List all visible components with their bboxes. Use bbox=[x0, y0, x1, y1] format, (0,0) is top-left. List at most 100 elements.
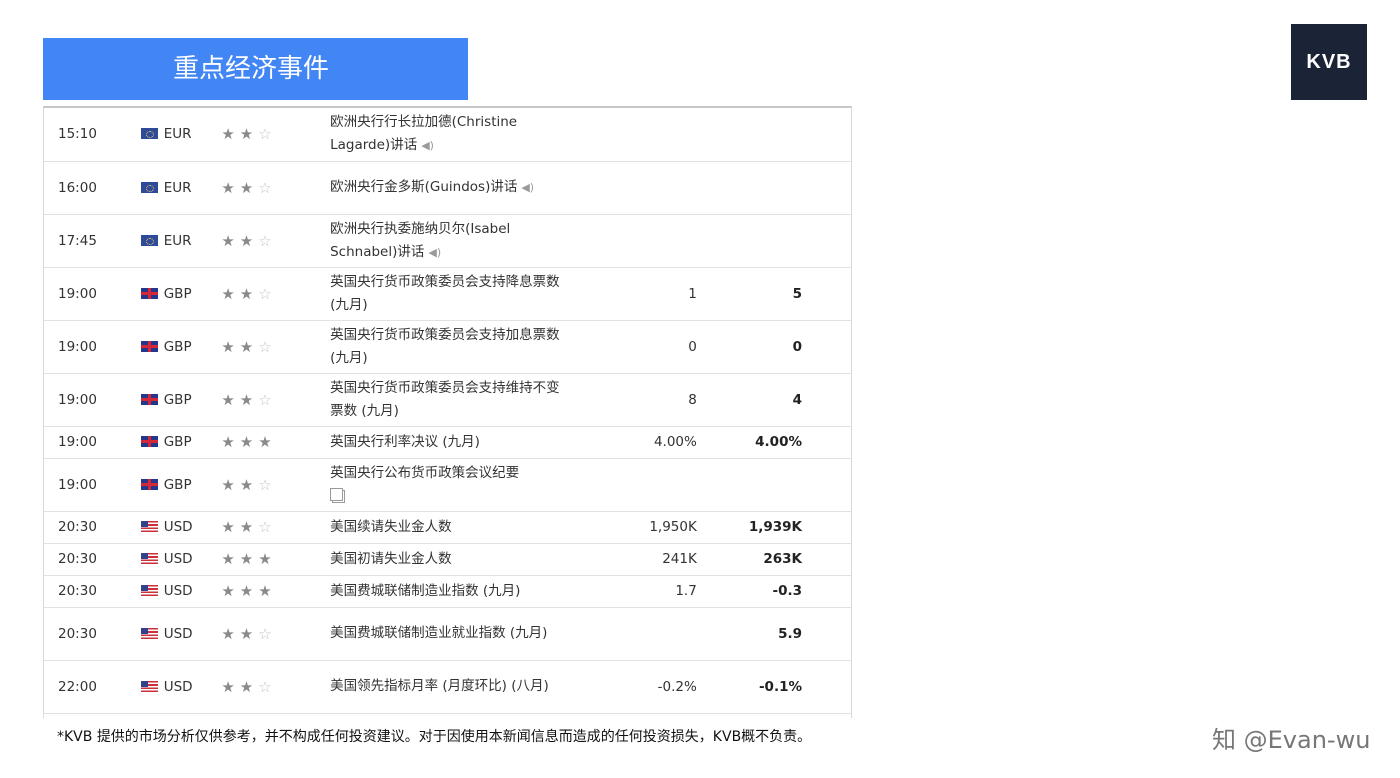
event-actual: 8 bbox=[567, 373, 697, 427]
event-name: 英国央行公布货币政策会议纪要 bbox=[330, 464, 520, 481]
event-time: 20:30 bbox=[44, 543, 141, 576]
star-empty-icon: ☆ bbox=[258, 390, 277, 409]
event-actual: -0.2% bbox=[567, 660, 697, 714]
event-currency-cell: USD bbox=[140, 543, 222, 576]
event-name-cell: 英国央行货币政策委员会支持加息票数 (九月) bbox=[330, 320, 568, 374]
event-time: 22:00 bbox=[44, 660, 141, 714]
event-actual bbox=[567, 607, 697, 661]
event-name: 英国央行货币政策委员会支持维持不变票数 (九月) bbox=[330, 379, 560, 419]
gb-flag-icon bbox=[140, 478, 158, 490]
event-currency-cell: EUR bbox=[140, 161, 222, 215]
event-forecast bbox=[696, 108, 851, 162]
event-time: 20:30 bbox=[44, 511, 141, 544]
event-currency-cell: USD bbox=[140, 511, 222, 544]
event-forecast: 1,939K bbox=[696, 511, 851, 544]
star-empty-icon: ☆ bbox=[258, 624, 277, 643]
speaker-icon: ◀) bbox=[521, 181, 535, 194]
event-row: 19:00 GBP ★★☆ 英国央行公布货币政策会议纪要 bbox=[44, 458, 851, 512]
event-forecast: -0.1% bbox=[696, 660, 851, 714]
events-table-body: 15:10 EUR ★★☆ 欧洲央行行长拉加德(Christine Lagard… bbox=[44, 108, 851, 714]
us-flag-icon bbox=[140, 627, 158, 639]
event-currency-cell: GBP bbox=[140, 320, 222, 374]
event-importance: ★★☆ bbox=[221, 458, 331, 512]
event-name: 美国初请失业金人数 bbox=[330, 550, 452, 567]
us-flag-icon bbox=[140, 585, 158, 596]
importance-stars: ★★☆ bbox=[221, 678, 276, 696]
star-filled-icon: ★ bbox=[221, 550, 240, 568]
event-name: 美国费城联储制造业就业指数 (九月) bbox=[330, 625, 548, 641]
event-importance: ★★☆ bbox=[221, 161, 331, 215]
event-forecast: 263K bbox=[696, 543, 851, 576]
star-empty-icon: ☆ bbox=[258, 677, 277, 696]
event-currency: GBP bbox=[163, 391, 192, 408]
event-name: 美国费城联储制造业指数 (九月) bbox=[330, 582, 521, 599]
event-row: 22:00 USD ★★☆ 美国领先指标月率 (月度环比) (八月) -0.2%… bbox=[44, 660, 851, 714]
event-row: 20:30 USD ★★☆ 美国续请失业金人数 1,950K 1,939K bbox=[44, 511, 851, 544]
star-filled-icon: ★ bbox=[221, 518, 240, 536]
event-currency: EUR bbox=[163, 232, 192, 249]
importance-stars: ★★★ bbox=[221, 550, 276, 568]
event-actual: 241K bbox=[567, 543, 697, 576]
importance-stars: ★★☆ bbox=[221, 338, 276, 356]
event-name: 美国续请失业金人数 bbox=[330, 518, 452, 535]
event-actual bbox=[567, 214, 697, 268]
star-filled-icon: ★ bbox=[221, 582, 240, 600]
event-currency: USD bbox=[163, 625, 193, 642]
event-actual: 1 bbox=[567, 267, 697, 321]
logo-text: KVB bbox=[1306, 50, 1352, 73]
event-importance: ★★☆ bbox=[221, 108, 331, 162]
event-forecast: 5.9 bbox=[696, 607, 851, 661]
event-time: 19:00 bbox=[44, 373, 141, 427]
star-filled-icon: ★ bbox=[221, 178, 240, 197]
importance-stars: ★★☆ bbox=[221, 476, 276, 494]
event-name-cell: 美国费城联储制造业就业指数 (九月) bbox=[330, 607, 568, 661]
event-row: 20:30 USD ★★★ 美国费城联储制造业指数 (九月) 1.7 -0.3 bbox=[44, 575, 851, 608]
us-flag-icon bbox=[140, 553, 158, 564]
event-forecast: 0 bbox=[696, 320, 851, 374]
star-filled-icon: ★ bbox=[239, 231, 259, 250]
event-currency-cell: GBP bbox=[140, 267, 222, 321]
event-currency-cell: GBP bbox=[140, 373, 222, 427]
star-filled-icon: ★ bbox=[221, 624, 240, 643]
star-filled-icon: ★ bbox=[221, 677, 240, 696]
star-filled-icon: ★ bbox=[239, 582, 259, 600]
event-importance: ★★☆ bbox=[221, 511, 331, 544]
star-filled-icon: ★ bbox=[221, 390, 240, 409]
importance-stars: ★★☆ bbox=[221, 391, 276, 409]
event-forecast bbox=[696, 214, 851, 268]
event-currency: USD bbox=[163, 678, 193, 695]
event-name-cell: 英国央行利率决议 (九月) bbox=[330, 426, 568, 459]
event-row: 19:00 GBP ★★☆ 英国央行货币政策委员会支持加息票数 (九月) 0 0 bbox=[44, 320, 851, 374]
star-empty-icon: ☆ bbox=[258, 518, 277, 536]
event-importance: ★★★ bbox=[221, 543, 331, 576]
event-forecast bbox=[696, 161, 851, 215]
event-actual bbox=[567, 458, 697, 512]
event-currency-cell: GBP bbox=[140, 458, 222, 512]
star-filled-icon: ★ bbox=[221, 284, 240, 303]
star-filled-icon: ★ bbox=[221, 125, 240, 144]
event-currency: GBP bbox=[163, 476, 192, 493]
event-row: 19:00 GBP ★★★ 英国央行利率决议 (九月) 4.00% 4.00% bbox=[44, 426, 851, 459]
event-currency: EUR bbox=[163, 126, 192, 143]
star-filled-icon: ★ bbox=[239, 390, 259, 409]
kvb-logo: KVB bbox=[1291, 24, 1367, 100]
event-currency: EUR bbox=[163, 179, 192, 196]
event-currency: USD bbox=[163, 583, 193, 599]
event-row: 20:30 USD ★★★ 美国初请失业金人数 241K 263K bbox=[44, 543, 851, 576]
event-importance: ★★☆ bbox=[221, 320, 331, 374]
star-filled-icon: ★ bbox=[239, 624, 259, 643]
star-empty-icon: ☆ bbox=[258, 178, 277, 197]
event-row: 19:00 GBP ★★☆ 英国央行货币政策委员会支持降息票数 (九月) 1 5 bbox=[44, 267, 851, 321]
importance-stars: ★★☆ bbox=[221, 285, 276, 303]
event-forecast: 5 bbox=[696, 267, 851, 321]
event-time: 19:00 bbox=[44, 426, 141, 459]
event-time: 16:00 bbox=[44, 161, 141, 215]
event-name-cell: 英国央行货币政策委员会支持降息票数 (九月) bbox=[330, 267, 568, 321]
event-row: 17:45 EUR ★★☆ 欧洲央行执委施纳贝尔(Isabel Schnabel… bbox=[44, 214, 851, 268]
star-filled-icon: ★ bbox=[239, 284, 259, 303]
event-row: 15:10 EUR ★★☆ 欧洲央行行长拉加德(Christine Lagard… bbox=[44, 108, 851, 162]
event-currency-cell: EUR bbox=[140, 214, 222, 268]
importance-stars: ★★☆ bbox=[221, 518, 276, 536]
event-time: 20:30 bbox=[44, 575, 141, 608]
gb-flag-icon bbox=[140, 436, 158, 447]
